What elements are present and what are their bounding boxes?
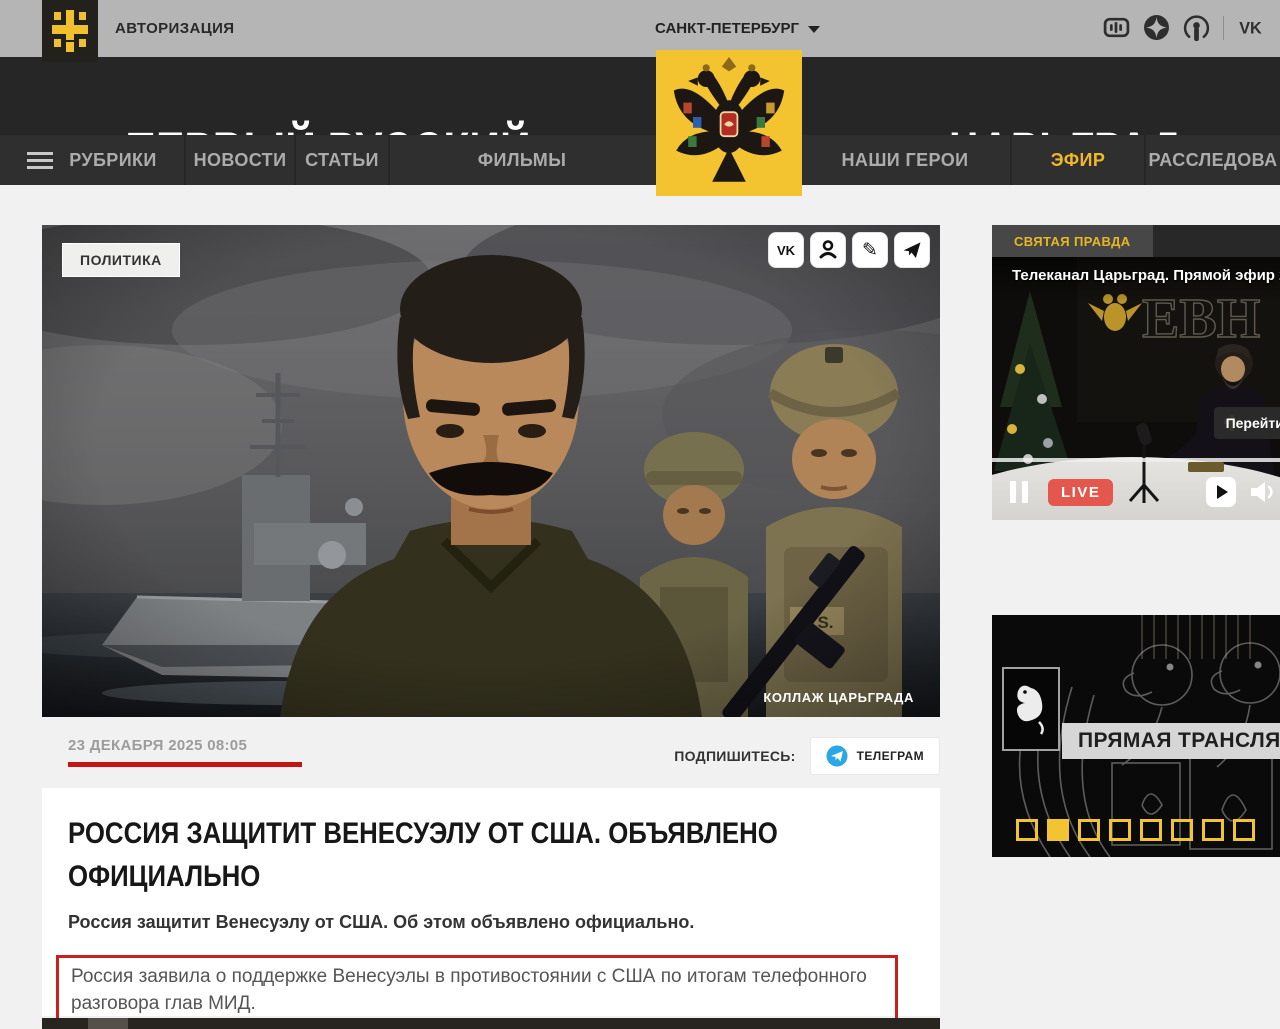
city-label: САНКТ-ПЕТЕРБУРГ [655,20,799,37]
category-badge[interactable]: ПОЛИТИКА [62,243,180,277]
share-pencil-icon[interactable]: ✎ [852,232,888,268]
dzen-icon[interactable] [1143,14,1170,41]
article-headline: РОССИЯ ЗАЩИТИТ ВЕНЕСУЭЛУ ОТ США. ОБЪЯВЛЕ… [68,812,782,898]
telegram-circle-icon [826,745,848,767]
pagination-square[interactable] [1171,819,1193,841]
pagination-square[interactable] [1109,819,1131,841]
volume-icon[interactable] [1250,480,1276,504]
video-tabbar: СВЯТАЯ ПРАВДА [992,225,1280,257]
city-selector[interactable]: САНКТ-ПЕТЕРБУРГ [655,20,820,37]
nav-item-novosti[interactable]: НОВОСТИ [186,135,296,185]
article-meta: 23 ДЕКАБРЯ 2025 08:05 ПОДПИШИТЕСЬ: ТЕЛЕГ… [42,737,940,775]
vk-icon[interactable]: VK [1237,14,1264,41]
pagination-square[interactable] [1047,819,1069,841]
radio-icon[interactable] [1103,14,1130,41]
pause-button[interactable] [1010,481,1028,503]
nav-label: РУБРИКИ [69,150,157,171]
next-content-strip [42,1018,940,1029]
nav-item-rubriki[interactable]: РУБРИКИ [0,135,186,185]
topbar-divider [1223,16,1224,40]
tsargrad-logo[interactable] [42,0,98,62]
video-title: Телеканал Царьград. Прямой эфир 2 [1012,267,1280,284]
share-vk-icon[interactable]: VK [768,232,804,268]
collage-maduro-carrier-soldiers: U.S. [42,225,940,717]
nav-item-nashi-geroi[interactable]: НАШИ ГЕРОИ [800,135,1012,185]
video-progress-bar[interactable] [992,458,1280,462]
article-card: РОССИЯ ЗАЩИТИТ ВЕНЕСУЭЛУ ОТ США. ОБЪЯВЛЕ… [42,788,940,1016]
image-caption: КОЛЛАЖ ЦАРЬГРАДА [763,690,914,705]
svg-text:VK: VK [1239,19,1262,37]
podcast-icon[interactable] [1183,14,1210,41]
pagination-square[interactable] [1233,819,1255,841]
griffin-shield-icon [1002,667,1060,751]
share-telegram-icon[interactable] [894,232,930,268]
pagination-square[interactable] [1202,819,1224,841]
double-headed-eagle-icon [669,57,789,189]
video-player[interactable]: ЕВН [992,257,1280,520]
svg-text:VK: VK [777,243,796,258]
tsargrad-cross-icon [52,10,88,52]
nav-item-stati[interactable]: СТАТЬИ [296,135,390,185]
topbar-icons: VK [1103,14,1264,41]
chevron-down-icon [808,26,820,33]
live-video-widget: СВЯТАЯ ПРАВДА ЕВН [992,225,1280,520]
red-underline-annotation [68,762,302,767]
nav-item-filmy[interactable]: ФИЛЬМЫ [390,135,654,185]
live-broadcast-banner[interactable]: ПРЯМАЯ ТРАНСЛЯ [992,615,1280,857]
auth-link[interactable]: АВТОРИЗАЦИЯ [115,20,235,37]
subscribe-label: ПОДПИШИТЕСЬ: [674,748,795,764]
tab-svyataya-pravda[interactable]: СВЯТАЯ ПРАВДА [992,225,1153,257]
publish-date-wrap: 23 ДЕКАБРЯ 2025 08:05 [68,737,302,767]
highlighted-paragraph: Россия заявила о поддержке Венесуэлы в п… [71,963,883,1017]
share-odnoklassniki-icon[interactable] [810,232,846,268]
subscribe-row: ПОДПИШИТЕСЬ: ТЕЛЕГРАМ [674,737,940,775]
nav-item-rassledovaniya[interactable]: РАССЛЕДОВА [1146,135,1280,185]
telegram-subscribe-button[interactable]: ТЕЛЕГРАМ [810,737,940,775]
article-lead: Россия защитит Венесуэлу от США. Об этом… [68,912,940,933]
pagination-square[interactable] [1078,819,1100,841]
share-buttons: VK ✎ [768,232,930,268]
hamburger-icon[interactable] [27,152,53,169]
banner-label: ПРЯМАЯ ТРАНСЛЯ [1062,723,1280,759]
publish-date: 23 ДЕКАБРЯ 2025 08:05 [68,737,247,754]
live-badge[interactable]: LIVE [1048,479,1113,506]
pagination-square[interactable] [1140,819,1162,841]
video-right-controls [1206,477,1276,507]
main-nav: РУБРИКИ НОВОСТИ СТАТЬИ ФИЛЬМЫ НАШИ ГЕРОИ… [0,135,1280,185]
masthead: ПЕРВЫЙ РУССКИЙ ЦАРЬГРАД [0,57,1280,135]
banner-pagination [1016,819,1255,841]
article-hero-image: U.S. [42,225,940,717]
pagination-square[interactable] [1016,819,1038,841]
red-highlight-box: Россия заявила о поддержке Венесуэлы в п… [56,955,898,1025]
page: АВТОРИЗАЦИЯ САНКТ-ПЕТЕРБУРГ VK [0,0,1280,1029]
imperial-eagle-emblem[interactable] [656,50,802,196]
play-pip-button[interactable] [1206,477,1236,507]
goto-overlay-button[interactable]: Перейти в с [1214,407,1280,439]
topbar: АВТОРИЗАЦИЯ САНКТ-ПЕТЕРБУРГ VK [0,0,1280,57]
video-controls: LIVE [992,464,1280,520]
nav-item-efir[interactable]: ЭФИР [1012,135,1146,185]
